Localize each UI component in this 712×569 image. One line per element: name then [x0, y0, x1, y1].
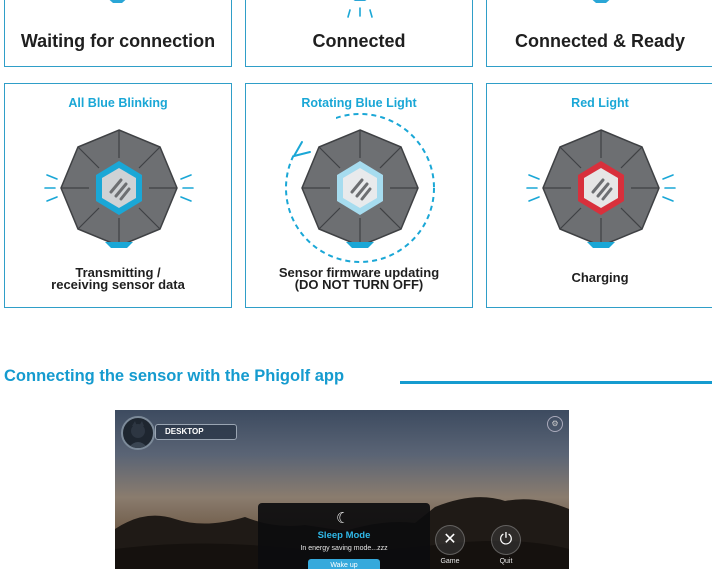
section-divider	[400, 381, 712, 384]
status-description: Transmitting / receiving sensor data	[51, 265, 185, 292]
dialog-message: In energy saving mode...zzz	[300, 545, 388, 552]
avatar[interactable]	[121, 416, 155, 450]
sensor-device-icon	[347, 0, 373, 18]
status-label: Connected & Ready	[514, 31, 686, 51]
status-card-red: Red Light Charging	[486, 83, 712, 308]
status-card-connected: Connected	[245, 0, 473, 67]
wake-up-button[interactable]: Wake up	[308, 559, 380, 569]
status-label: Waiting for connection	[20, 31, 216, 51]
sensor-device-icon	[285, 112, 435, 263]
sensor-device-icon	[526, 129, 676, 248]
profile-name[interactable]: DESKTOP	[155, 424, 237, 440]
sensor-device-icon	[109, 0, 126, 3]
status-card-rotating: Rotating Blue Light Sensor firmware upda…	[245, 83, 473, 308]
app-screenshot: DESKTOP ⚙ ☾ Sleep Mode In energy saving …	[115, 410, 569, 569]
sensor-device-icon	[44, 129, 194, 248]
status-label: Connected	[312, 31, 406, 51]
game-label: Game	[440, 558, 460, 565]
power-icon[interactable]: ⏻	[491, 525, 521, 555]
status-description: Charging	[571, 270, 629, 285]
moon-icon: ☾	[336, 510, 350, 527]
status-card-waiting: Waiting for connection	[4, 0, 232, 67]
quit-label: Quit	[499, 558, 513, 565]
status-card-connected-ready: Connected & Ready	[486, 0, 712, 67]
sensor-body	[60, 129, 178, 248]
sensor-device-icon	[592, 0, 610, 3]
settings-icon[interactable]: ⚙	[547, 416, 563, 432]
status-description: Sensor firmware updating (DO NOT TURN OF…	[278, 265, 440, 292]
tools-icon[interactable]: ✕	[435, 525, 465, 555]
sleep-mode-dialog: ☾ Sleep Mode In energy saving mode...zzz…	[258, 503, 430, 569]
section-title: Connecting the sensor with the Phigolf a…	[4, 367, 345, 385]
status-card-blinking: All Blue Blinking Transmitting / receivi…	[4, 83, 232, 308]
dialog-title: Sleep Mode	[317, 530, 371, 541]
